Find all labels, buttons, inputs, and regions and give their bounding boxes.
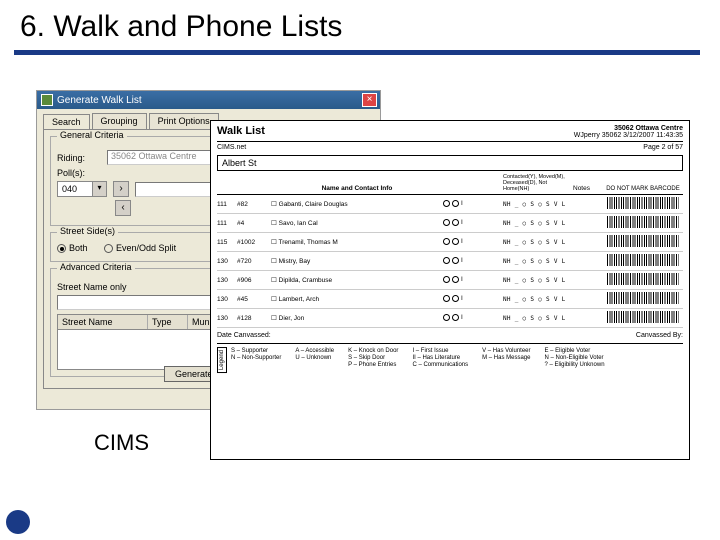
report-author-line: WJperry 35062 3/12/2007 11:43:35 xyxy=(574,132,683,139)
legend-item: V – Has Volunteer xyxy=(482,348,530,354)
legend-item: A – Accessible xyxy=(295,348,334,354)
tab-print-options[interactable]: Print Options xyxy=(149,113,219,129)
barcode-icon xyxy=(607,197,679,209)
legend-item: N – Non-Supporter xyxy=(231,355,281,361)
dialog-titlebar[interactable]: Generate Walk List × xyxy=(37,91,380,109)
col-notes: Notes xyxy=(573,185,603,192)
poll-combo[interactable]: 040 ▾ xyxy=(57,181,107,197)
col-contacted: Contacted(Y), Moved(M), Deceased(D), Not… xyxy=(503,174,573,192)
label-polls: Poll(s): xyxy=(57,168,101,178)
legend-item: N – Non-Eligible Voter xyxy=(545,355,605,361)
legend-item: U – Unknown xyxy=(295,355,334,361)
col-name-contact: Name and Contact Info xyxy=(271,185,443,192)
legend-col-1: S – Supporter N – Non-Supporter xyxy=(231,347,281,373)
col-street: Street Name xyxy=(58,315,148,329)
barcode-icon xyxy=(607,311,679,323)
legend-item: M – Has Message xyxy=(482,355,530,361)
report-rows: 111#82☐ Gabanti, Claire DouglasINH _ ○ S… xyxy=(217,195,683,328)
table-row: 130#906☐ Dipilda, CrambuseINH _ ○ S ○ S … xyxy=(217,271,683,290)
street-name-label: Street Name only xyxy=(57,282,127,292)
legend-item: E – Eligible Voter xyxy=(545,348,605,354)
dialog-title: Generate Walk List xyxy=(57,95,142,106)
legend-item: K – Knock on Door xyxy=(348,348,398,354)
legend-col-5: V – Has Volunteer M – Has Message xyxy=(482,347,530,373)
cims-label: CIMS xyxy=(94,430,149,456)
report-page: Page 2 of 57 xyxy=(643,144,683,151)
title-underline xyxy=(14,50,700,55)
group-sides-legend: Street Side(s) xyxy=(57,226,118,236)
barcode-icon xyxy=(607,292,679,304)
report-source: CIMS.net xyxy=(217,144,246,151)
legend-col-6: E – Eligible Voter N – Non-Eligible Vote… xyxy=(545,347,605,373)
barcode-icon xyxy=(607,273,679,285)
legend-section: Legend S – Supporter N – Non-Supporter A… xyxy=(217,343,683,373)
report-title: Walk List xyxy=(217,125,265,139)
chevron-down-icon[interactable]: ▾ xyxy=(92,182,106,196)
poll-value: 040 xyxy=(58,184,92,194)
table-row: 115#1002☐ Trenamil, Thomas MINH _ ○ S ○ … xyxy=(217,233,683,252)
table-row: 130#720☐ Mistry, BayINH _ ○ S ○ S V L xyxy=(217,252,683,271)
move-right-button[interactable]: › xyxy=(113,181,129,197)
date-canvassed-label: Date Canvassed: xyxy=(217,332,271,339)
legend-item: II – Has Literature xyxy=(412,355,468,361)
tab-grouping[interactable]: Grouping xyxy=(92,113,147,129)
group-general-legend: General Criteria xyxy=(57,130,127,140)
tab-search[interactable]: Search xyxy=(43,114,90,130)
table-row: 111#4☐ Savo, Ian CalINH _ ○ S ○ S V L xyxy=(217,214,683,233)
legend-col-3: K – Knock on Door S – Skip Door P – Phon… xyxy=(348,347,398,373)
col-barcode: DO NOT MARK BARCODE xyxy=(603,186,683,192)
barcode-icon xyxy=(607,235,679,247)
street-heading: Albert St xyxy=(217,155,683,171)
app-icon xyxy=(41,94,53,106)
col-type: Type xyxy=(148,315,188,329)
radio-evenodd-label: Even/Odd Split xyxy=(116,243,176,253)
radio-both-label: Both xyxy=(69,243,88,253)
table-row: 111#82☐ Gabanti, Claire DouglasINH _ ○ S… xyxy=(217,195,683,214)
radio-both[interactable]: Both xyxy=(57,243,88,253)
legend-col-4: I – First Issue II – Has Literature C – … xyxy=(412,347,468,373)
report-column-header: Name and Contact Info Contacted(Y), Move… xyxy=(217,172,683,195)
legend-item: P – Phone Entries xyxy=(348,362,398,368)
legend-col-2: A – Accessible U – Unknown xyxy=(295,347,334,373)
canvassed-by-label: Canvassed By: xyxy=(636,332,683,339)
barcode-icon xyxy=(607,254,679,266)
group-advanced-legend: Advanced Criteria xyxy=(57,262,135,272)
legend-item: I – First Issue xyxy=(412,348,468,354)
slide-title: 6. Walk and Phone Lists xyxy=(0,0,720,50)
legend-item: S – Skip Door xyxy=(348,355,398,361)
table-row: 130#128☐ Dier, JonINH _ ○ S ○ S V L xyxy=(217,309,683,328)
radio-icon xyxy=(104,244,113,253)
legend-item: C – Communications xyxy=(412,362,468,368)
move-left-button[interactable]: ‹ xyxy=(115,200,131,216)
legend-item: S – Supporter xyxy=(231,348,281,354)
table-row: 130#45☐ Lambert, ArchINH _ ○ S ○ S V L xyxy=(217,290,683,309)
report-riding: 35062 Ottawa Centre xyxy=(574,125,683,132)
label-riding: Riding: xyxy=(57,153,101,163)
corner-dot-icon xyxy=(6,510,30,534)
barcode-icon xyxy=(607,216,679,228)
close-icon[interactable]: × xyxy=(362,93,377,107)
legend-title: Legend xyxy=(217,347,227,373)
radio-evenodd[interactable]: Even/Odd Split xyxy=(104,243,176,253)
legend-item: ? – Eligibility Unknown xyxy=(545,362,605,368)
walk-list-report: Walk List 35062 Ottawa Centre WJperry 35… xyxy=(210,120,690,460)
radio-icon xyxy=(57,244,66,253)
